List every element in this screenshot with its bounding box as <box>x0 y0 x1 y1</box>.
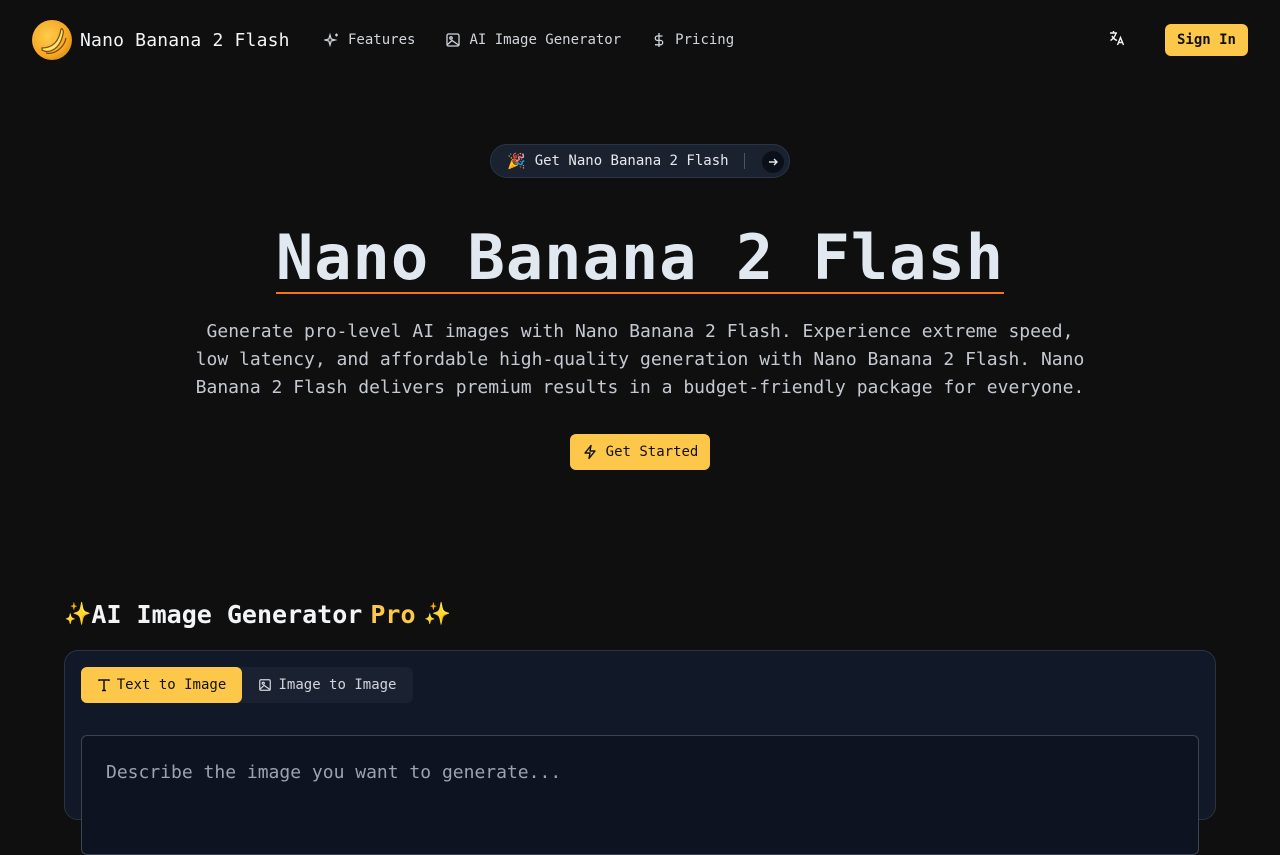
generator-tabs: Text to Image Image to Image <box>81 667 413 703</box>
image-icon <box>445 32 461 48</box>
get-started-label: Get Started <box>605 444 699 460</box>
sparkles-emoji-right: ✨ <box>423 601 451 627</box>
party-icon: 🎉 <box>507 152 526 170</box>
nav-ai-image-generator[interactable]: AI Image Generator <box>445 32 621 48</box>
generator-heading-text: AI Image Generator <box>91 599 363 629</box>
translate-icon <box>1108 29 1126 51</box>
lightning-icon <box>582 444 598 460</box>
prompt-input[interactable]: Describe the image you want to generate.… <box>81 735 1199 855</box>
site-header: Nano Banana 2 Flash Features AI Image Ge… <box>0 0 1280 80</box>
generator-heading: ✨ AI Image Generator Pro ✨ <box>64 596 451 632</box>
nav-pricing-label: Pricing <box>675 32 735 48</box>
hero-title: Nano Banana 2 Flash <box>275 221 1005 294</box>
nav-features-label: Features <box>348 32 416 48</box>
image-icon <box>258 678 272 692</box>
generator-panel: Text to Image Image to Image Describe th… <box>64 650 1216 855</box>
sparkles-emoji-left: ✨ <box>64 601 92 627</box>
nav-pricing[interactable]: Pricing <box>651 32 734 48</box>
sparkles-icon <box>324 32 340 48</box>
tab-text-to-image[interactable]: Text to Image <box>81 667 242 703</box>
arrow-right-icon <box>762 151 784 173</box>
tab-text-to-image-label: Text to Image <box>116 677 227 693</box>
announcement-label: Get Nano Banana 2 Flash <box>534 153 729 169</box>
hero-title-wrapper: Nano Banana 2 Flash <box>0 218 1280 298</box>
banana-logo-icon <box>32 20 72 60</box>
main-nav: Features AI Image Generator Pricing <box>324 28 764 52</box>
hero-description: Generate pro-level AI images with Nano B… <box>195 321 1085 398</box>
tab-image-to-image[interactable]: Image to Image <box>242 667 413 703</box>
announcement-divider <box>744 153 745 169</box>
tab-image-to-image-label: Image to Image <box>278 677 397 693</box>
dollar-icon <box>651 32 667 48</box>
get-started-button[interactable]: Get Started <box>570 434 710 470</box>
nav-ai-image-generator-label: AI Image Generator <box>469 32 622 48</box>
language-button[interactable] <box>1104 28 1130 52</box>
announcement-pill[interactable]: 🎉 Get Nano Banana 2 Flash <box>490 144 790 178</box>
text-icon <box>97 678 111 692</box>
brand-link[interactable]: Nano Banana 2 Flash <box>32 20 290 60</box>
generator-heading-pro: Pro <box>370 599 416 629</box>
sign-in-button[interactable]: Sign In <box>1165 24 1248 56</box>
brand-name: Nano Banana 2 Flash <box>80 29 290 51</box>
nav-features[interactable]: Features <box>324 32 415 48</box>
